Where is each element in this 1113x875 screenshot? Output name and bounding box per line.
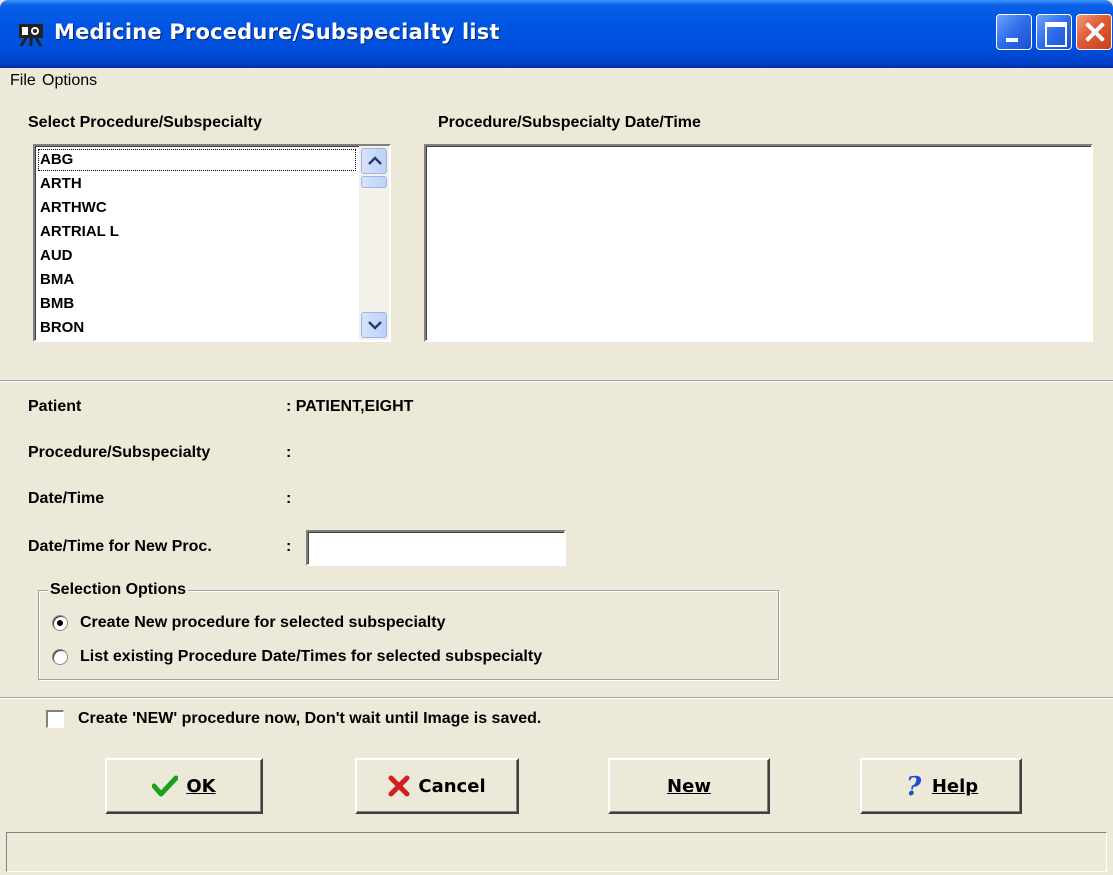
divider xyxy=(0,380,1113,382)
chevron-down-icon xyxy=(368,321,382,330)
create-now-label: Create 'NEW' procedure now, Don't wait u… xyxy=(78,710,542,727)
new-proc-datetime-colon: : xyxy=(286,538,292,555)
new-button[interactable]: New xyxy=(608,758,770,814)
create-now-checkbox[interactable] xyxy=(46,710,64,728)
new-label: New xyxy=(667,775,711,797)
scroll-thumb[interactable] xyxy=(361,176,387,188)
list-item[interactable]: BRON xyxy=(35,316,359,340)
scroll-down-button[interactable] xyxy=(361,312,387,338)
cancel-button[interactable]: Cancel xyxy=(355,758,519,814)
help-question-icon: ? xyxy=(906,773,922,799)
datetime-value: : xyxy=(286,490,292,507)
listbox-scrollbar[interactable] xyxy=(359,146,389,340)
radio-button[interactable] xyxy=(52,615,68,631)
select-procedure-heading: Select Procedure/Subspecialty xyxy=(28,114,262,131)
scroll-up-button[interactable] xyxy=(361,148,387,174)
list-item[interactable]: BMA xyxy=(35,268,359,292)
minimize-button[interactable] xyxy=(996,14,1032,50)
radio-label: Create New procedure for selected subspe… xyxy=(80,614,446,631)
radio-list-existing[interactable]: List existing Procedure Date/Times for s… xyxy=(52,648,542,666)
radio-create-new[interactable]: Create New procedure for selected subspe… xyxy=(52,614,445,632)
cancel-x-icon xyxy=(388,775,410,797)
status-bar xyxy=(6,832,1107,872)
new-proc-datetime-input[interactable] xyxy=(306,530,566,566)
procedure-listbox[interactable]: ABG ARTH ARTHWC ARTRIAL L AUD BMA BMB BR… xyxy=(33,144,391,342)
help-label: Help xyxy=(931,775,979,797)
menu-options[interactable]: Options xyxy=(42,72,97,90)
maximize-button[interactable] xyxy=(1036,14,1072,50)
list-item[interactable]: ARTH xyxy=(35,172,359,196)
chevron-up-icon xyxy=(368,156,382,165)
radio-label: List existing Procedure Date/Times for s… xyxy=(80,648,543,665)
list-item[interactable]: ABG xyxy=(37,148,357,172)
checkmark-icon xyxy=(152,775,179,797)
close-button[interactable] xyxy=(1076,14,1112,50)
divider xyxy=(0,697,1113,699)
radio-button[interactable] xyxy=(52,649,68,665)
list-item[interactable]: ARTHWC xyxy=(35,196,359,220)
datetime-label: Date/Time xyxy=(28,490,105,507)
svg-text:?: ? xyxy=(906,773,922,799)
cancel-label: Cancel xyxy=(418,775,486,797)
list-item[interactable]: ARTRIAL L xyxy=(35,220,359,244)
patient-label: Patient xyxy=(28,398,82,415)
ok-button[interactable]: OK xyxy=(105,758,263,814)
list-item[interactable]: BMB xyxy=(35,292,359,316)
procedure-datetime-listbox[interactable] xyxy=(424,144,1093,342)
ok-label: OK xyxy=(186,775,216,797)
title-bar[interactable]: Medicine Procedure/Subspecialty list xyxy=(0,0,1113,68)
help-button[interactable]: ? Help xyxy=(860,758,1022,814)
procedure-subspecialty-value: : xyxy=(286,444,292,461)
procedure-subspecialty-label: Procedure/Subspecialty xyxy=(28,444,211,461)
menu-file[interactable]: File xyxy=(10,72,36,90)
camera-icon xyxy=(16,18,46,48)
window-title: Medicine Procedure/Subspecialty list xyxy=(54,20,500,44)
list-item[interactable]: AUD xyxy=(35,244,359,268)
menu-bar: File Options xyxy=(0,68,1113,94)
procedure-datetime-heading: Procedure/Subspecialty Date/Time xyxy=(438,114,701,131)
selection-options-legend: Selection Options xyxy=(48,581,189,599)
create-now-checkbox-row[interactable]: Create 'NEW' procedure now, Don't wait u… xyxy=(46,710,541,728)
new-proc-datetime-label: Date/Time for New Proc. xyxy=(28,538,212,555)
selection-options-group xyxy=(38,590,779,680)
patient-value: : PATIENT,EIGHT xyxy=(286,398,414,415)
